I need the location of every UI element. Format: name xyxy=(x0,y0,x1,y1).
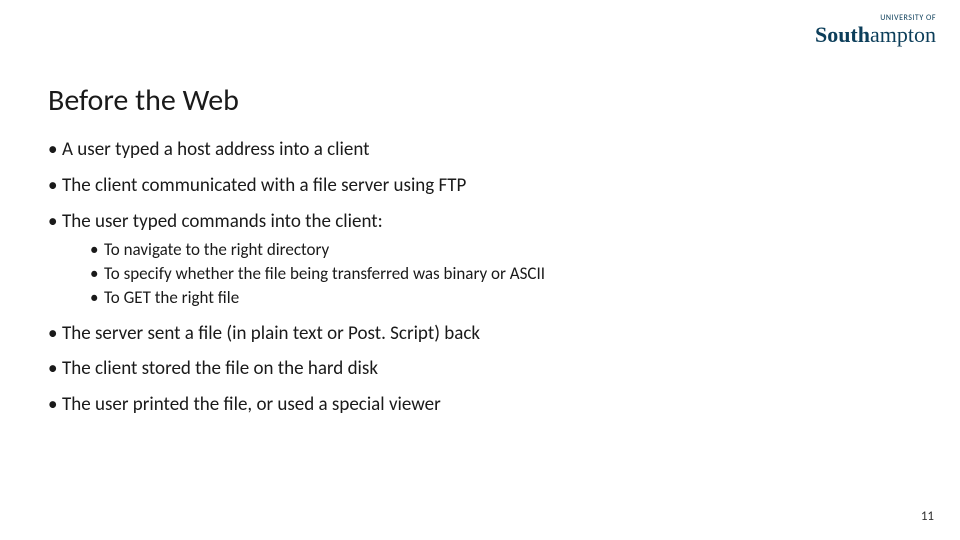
slide-title: Before the Web xyxy=(48,82,239,119)
bullet-item: The user typed commands into the client:… xyxy=(48,210,912,310)
bullet-text: The user printed the file, or used a spe… xyxy=(62,393,441,416)
bullet-item: The server sent a file (in plain text or… xyxy=(48,322,912,346)
slide-content: A user typed a host address into a clien… xyxy=(48,138,912,429)
logo-tagline: UNIVERSITY OF xyxy=(815,14,936,22)
logo-name-bold: South xyxy=(815,22,870,47)
logo-name: Southampton xyxy=(815,24,936,46)
page-number: 11 xyxy=(921,509,934,524)
bullet-text: The server sent a file (in plain text or… xyxy=(62,322,480,345)
sub-bullet-item: To navigate to the right directory xyxy=(90,239,912,261)
bullet-text: The client communicated with a file serv… xyxy=(62,174,466,197)
sub-bullet-item: To specify whether the file being transf… xyxy=(90,263,912,285)
bullet-item: A user typed a host address into a clien… xyxy=(48,138,912,162)
sub-bullet-item: To GET the right file xyxy=(90,287,912,309)
bullet-item: The client communicated with a file serv… xyxy=(48,174,912,198)
sub-bullet-list: To navigate to the right directory To sp… xyxy=(62,239,912,309)
bullet-item: The user printed the file, or used a spe… xyxy=(48,393,912,417)
university-logo: UNIVERSITY OF Southampton xyxy=(815,14,936,46)
bullet-text: A user typed a host address into a clien… xyxy=(62,138,370,161)
logo-name-rest: ampton xyxy=(870,22,936,47)
bullet-list: A user typed a host address into a clien… xyxy=(48,138,912,417)
bullet-item: The client stored the file on the hard d… xyxy=(48,357,912,381)
bullet-text: The client stored the file on the hard d… xyxy=(62,357,378,380)
bullet-text: The user typed commands into the client: xyxy=(62,210,383,233)
